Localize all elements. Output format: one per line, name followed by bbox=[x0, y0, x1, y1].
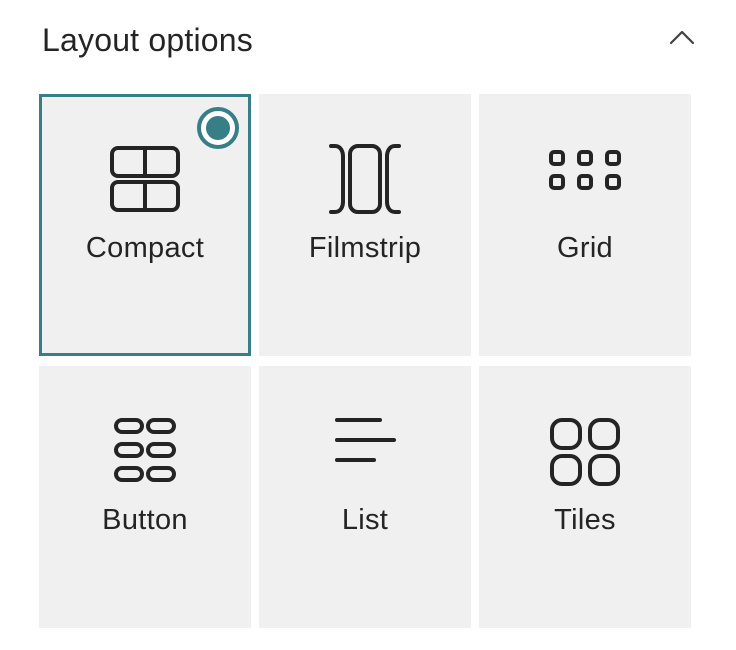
layout-option-tiles[interactable]: Tiles bbox=[479, 366, 691, 628]
filmstrip-layout-icon bbox=[325, 144, 405, 224]
tiles-layout-icon bbox=[545, 416, 625, 496]
layout-option-button[interactable]: Button bbox=[39, 366, 251, 628]
layout-option-label: Compact bbox=[85, 232, 205, 264]
section-title: Layout options bbox=[42, 22, 253, 58]
section-header: Layout options bbox=[0, 0, 736, 80]
layout-option-label: Button bbox=[102, 504, 188, 536]
selected-radio-icon bbox=[196, 106, 240, 150]
layout-option-label: Filmstrip bbox=[308, 232, 422, 264]
collapse-button[interactable] bbox=[664, 20, 700, 56]
layout-option-label: Grid bbox=[557, 232, 613, 264]
layout-option-compact[interactable]: Compact bbox=[39, 94, 251, 356]
chevron-up-icon bbox=[664, 20, 700, 56]
grid-layout-icon bbox=[545, 144, 625, 224]
layout-option-list[interactable]: List bbox=[259, 366, 471, 628]
layout-option-label: List bbox=[341, 504, 389, 536]
layout-options-grid: Compact Filmstrip Grid Button List Tiles bbox=[39, 94, 691, 628]
layout-option-label: Tiles bbox=[554, 504, 616, 536]
compact-layout-icon bbox=[105, 144, 185, 224]
list-layout-icon bbox=[325, 416, 405, 496]
layout-option-filmstrip[interactable]: Filmstrip bbox=[259, 94, 471, 356]
layout-option-grid[interactable]: Grid bbox=[479, 94, 691, 356]
button-layout-icon bbox=[105, 416, 185, 496]
